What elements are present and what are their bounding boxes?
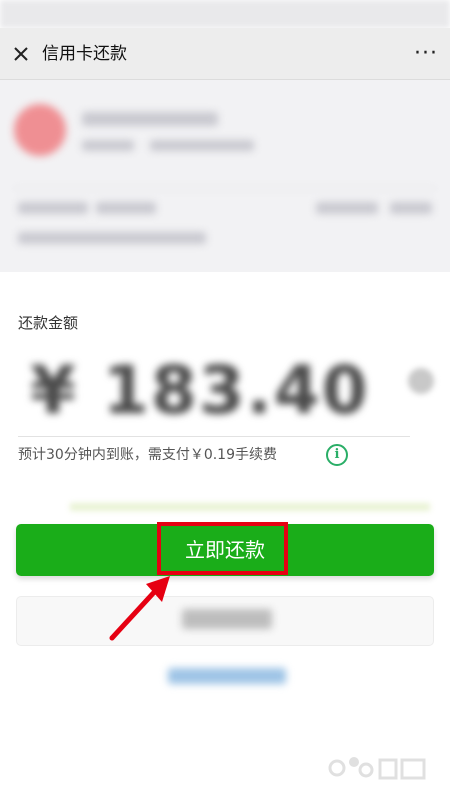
- fee-note: 预计30分钟内到账，需支付￥0.19手续费: [18, 447, 277, 463]
- more-icon[interactable]: ···: [414, 43, 438, 65]
- bank-logo: [14, 104, 66, 156]
- amount-underline: [18, 436, 410, 437]
- navigation-bar: 信用卡还款 ···: [0, 28, 450, 80]
- help-link[interactable]: [168, 668, 286, 684]
- secondary-button-text: [182, 609, 272, 629]
- annotation-highlight-box: [157, 522, 288, 575]
- decorative-strip: [70, 503, 430, 511]
- clear-icon[interactable]: [408, 368, 434, 394]
- amount-label: 还款金额: [18, 314, 79, 332]
- page-title: 信用卡还款: [42, 44, 127, 64]
- info-icon[interactable]: i: [326, 444, 348, 466]
- watermark-logo: [328, 757, 426, 780]
- status-bar: [0, 0, 450, 28]
- amount-input[interactable]: ¥ 183.40: [30, 352, 370, 429]
- close-icon[interactable]: [11, 44, 31, 64]
- annotation-arrow: [109, 576, 170, 641]
- card-info-panel: [0, 80, 450, 272]
